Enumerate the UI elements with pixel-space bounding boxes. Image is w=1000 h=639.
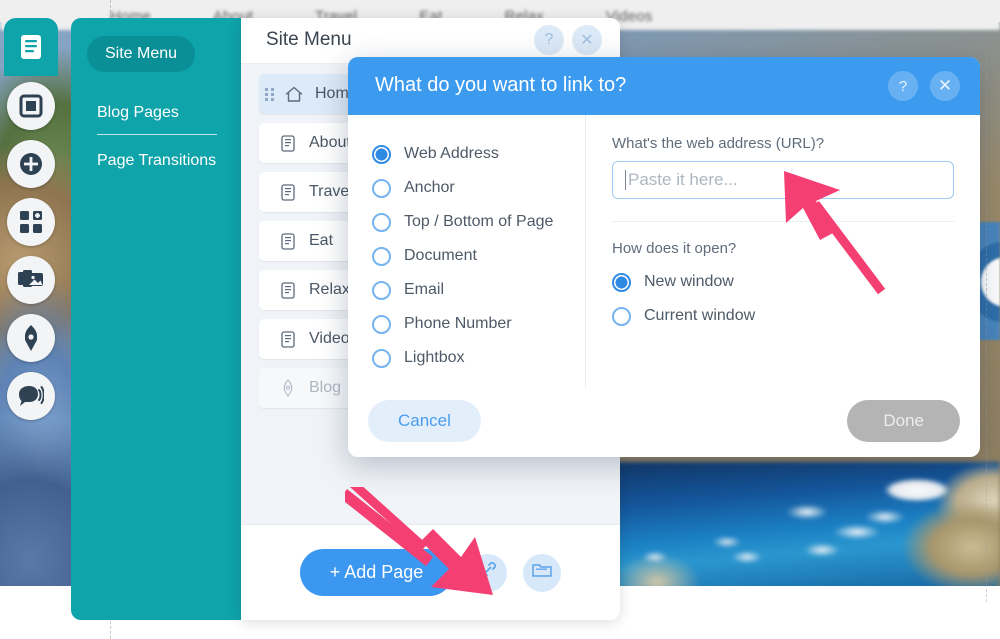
link-dialog-title: What do you want to link to? — [375, 74, 627, 96]
link-type-list: Web Address Anchor Top / Bottom of Page … — [348, 115, 586, 388]
radio-icon[interactable] — [372, 212, 391, 232]
done-button[interactable]: Done — [847, 400, 960, 442]
open-option-label: Current window — [644, 307, 756, 324]
page-list-item-label: About — [309, 134, 351, 151]
rail-item-images[interactable] — [7, 256, 55, 304]
link-dialog-body: Web Address Anchor Top / Bottom of Page … — [348, 115, 980, 388]
text-caret — [625, 170, 626, 190]
radio-icon[interactable] — [372, 348, 391, 368]
editor-tool-rail — [4, 18, 61, 430]
link-type-label: Anchor — [404, 179, 455, 196]
link-type-top-bottom-of-page[interactable]: Top / Bottom of Page — [372, 205, 585, 239]
radio-icon[interactable] — [372, 314, 391, 334]
open-behavior-label: How does it open? — [612, 240, 737, 257]
add-folder-icon — [532, 561, 553, 584]
radio-icon[interactable] — [612, 306, 631, 326]
home-icon — [281, 86, 307, 103]
rail-item-feedback[interactable] — [7, 372, 55, 420]
sidebar-divider — [97, 134, 217, 135]
link-icon — [478, 560, 498, 585]
document-icon — [275, 330, 301, 348]
link-type-anchor[interactable]: Anchor — [372, 171, 585, 205]
drag-handle-icon[interactable] — [265, 87, 279, 101]
add-page-button[interactable]: + Add Page — [299, 549, 454, 596]
screen: Home About Travel Eat Relax Videos Site … — [0, 0, 1000, 639]
page-title: Site Menu — [266, 29, 352, 50]
link-type-lightbox[interactable]: Lightbox — [372, 341, 585, 375]
sidebar-item-blog-pages[interactable]: Blog Pages — [97, 104, 179, 122]
page-list-item-label: Relax — [309, 281, 350, 298]
link-type-label: Document — [404, 247, 477, 264]
images-icon — [18, 269, 44, 291]
rail-item-design[interactable] — [7, 314, 55, 362]
plus-icon — [19, 152, 43, 176]
url-input[interactable]: Paste it here... — [612, 161, 954, 199]
link-type-label: Web Address — [404, 145, 499, 162]
url-input-placeholder: Paste it here... — [628, 170, 738, 189]
sidebar-item-page-transitions[interactable]: Page Transitions — [97, 152, 216, 170]
pen-icon — [22, 325, 40, 351]
speech-icon — [18, 385, 44, 407]
page-list-item-label: Eat — [309, 232, 334, 249]
radio-icon[interactable] — [612, 272, 631, 292]
add-folder-button[interactable] — [523, 553, 562, 592]
background-harbor-photo — [617, 462, 1000, 590]
link-tool-button[interactable] — [469, 553, 508, 592]
link-type-phone-number[interactable]: Phone Number — [372, 307, 585, 341]
page-list-item-label: Blog — [309, 379, 342, 396]
help-icon[interactable]: ? — [888, 71, 918, 101]
open-option-label: New window — [644, 273, 734, 290]
link-dialog: What do you want to link to? ? ✕ Web Add… — [348, 57, 980, 457]
document-icon — [275, 232, 301, 250]
open-option-current-window[interactable]: Current window — [612, 299, 954, 333]
guide-line-right — [986, 42, 987, 602]
link-type-label: Phone Number — [404, 315, 512, 332]
link-type-web-address[interactable]: Web Address — [372, 137, 585, 171]
open-option-new-window[interactable]: New window — [612, 265, 954, 299]
link-dialog-footer: Cancel Done — [348, 388, 980, 457]
radio-icon[interactable] — [372, 246, 391, 266]
section-divider — [612, 221, 954, 222]
link-type-label: Lightbox — [404, 349, 465, 366]
help-icon[interactable]: ? — [534, 25, 564, 55]
document-icon — [275, 183, 301, 201]
cancel-button[interactable]: Cancel — [368, 400, 481, 442]
radio-icon[interactable] — [372, 178, 391, 198]
pages-icon — [19, 34, 43, 60]
sidebar-item-site-menu[interactable]: Site Menu — [87, 36, 196, 72]
radio-icon[interactable] — [372, 280, 391, 300]
teal-sidebar: Site Menu Blog Pages Page Transitions — [71, 18, 241, 620]
close-icon[interactable]: ✕ — [930, 71, 960, 101]
rail-item-add[interactable] — [7, 140, 55, 188]
link-type-document[interactable]: Document — [372, 239, 585, 273]
close-icon[interactable]: ✕ — [572, 25, 602, 55]
frame-icon — [19, 94, 43, 118]
pen-icon — [275, 379, 301, 397]
rail-item-pages[interactable] — [4, 18, 58, 76]
widgets-icon — [19, 210, 43, 234]
rail-item-frame[interactable] — [7, 82, 55, 130]
page-list-item-label: Travel — [309, 183, 353, 200]
link-dialog-header: What do you want to link to? ? ✕ — [348, 57, 980, 115]
url-field-label: What's the web address (URL)? — [612, 135, 825, 152]
link-details-pane: What's the web address (URL)? Paste it h… — [586, 115, 980, 388]
rail-item-widgets[interactable] — [7, 198, 55, 246]
radio-icon[interactable] — [372, 144, 391, 164]
page-list-toolbar: + Add Page — [241, 524, 620, 620]
document-icon — [275, 281, 301, 299]
link-type-label: Email — [404, 281, 445, 298]
link-type-email[interactable]: Email — [372, 273, 585, 307]
link-type-label: Top / Bottom of Page — [404, 213, 554, 230]
document-icon — [275, 134, 301, 152]
